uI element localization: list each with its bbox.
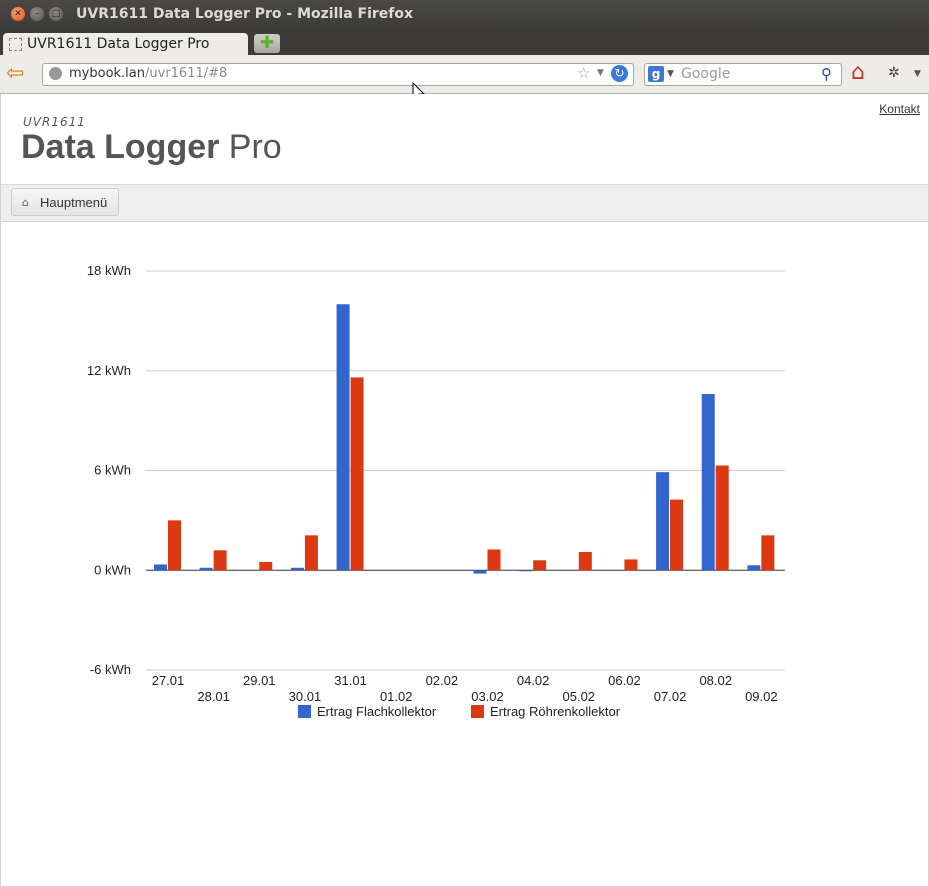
bar-flachkollektor[interactable] [656, 472, 670, 571]
search-input[interactable]: Google [681, 66, 730, 82]
url-path: /uvr1611/#8 [145, 66, 228, 81]
address-bar[interactable]: mybook.lan/uvr1611/#8 ☆ ▼ ↻ [42, 63, 634, 86]
x-tick-label: 09.02 [745, 689, 778, 704]
bar-flachkollektor[interactable] [290, 567, 304, 571]
addon-dropdown-icon[interactable]: ▼ [914, 69, 921, 79]
new-tab-button[interactable]: ✚ [254, 34, 280, 53]
tab-label: UVR1611 Data Logger Pro [27, 36, 210, 52]
bar-flachkollektor[interactable] [199, 567, 213, 571]
bar-roehrenkollektor[interactable] [670, 499, 684, 571]
x-tick-label: 31.01 [334, 673, 367, 688]
legend-swatch [471, 705, 484, 718]
bar-flachkollektor[interactable] [701, 394, 715, 571]
x-tick-label: 04.02 [517, 673, 550, 688]
back-arrow-icon: ⇦ [6, 61, 25, 86]
bar-roehrenkollektor[interactable] [533, 560, 547, 571]
home-button[interactable]: ⌂ [851, 61, 875, 85]
bar-roehrenkollektor[interactable] [350, 377, 364, 571]
bar-roehrenkollektor[interactable] [624, 559, 638, 571]
window-close-button[interactable]: ✕ [11, 7, 25, 21]
url-host: mybook.lan [69, 66, 145, 81]
x-tick-label: 06.02 [608, 673, 641, 688]
url-text[interactable]: mybook.lan/uvr1611/#8 [69, 66, 227, 81]
magnifier-icon[interactable]: ⚲ [821, 65, 832, 83]
bar-roehrenkollektor[interactable] [715, 465, 729, 571]
x-tick-label: 28.01 [197, 689, 230, 704]
web-page: UVR1611 Data Logger Pro Kontakt ⌂ Hauptm… [0, 94, 929, 886]
home-icon: ⌂ [851, 60, 865, 85]
legend-label[interactable]: Ertrag Flachkollektor [317, 704, 437, 719]
site-identity-icon[interactable] [49, 67, 62, 80]
bar-roehrenkollektor[interactable] [168, 520, 181, 571]
x-tick-label: 03.02 [471, 689, 504, 704]
reload-icon: ↻ [614, 66, 625, 80]
reload-button[interactable]: ↻ [611, 65, 628, 82]
y-tick-label: 6 kWh [94, 463, 131, 478]
url-history-dropdown-icon[interactable]: ▼ [597, 68, 604, 78]
bar-roehrenkollektor[interactable] [213, 550, 227, 571]
x-tick-label: 27.01 [152, 673, 185, 688]
tab-active[interactable]: UVR1611 Data Logger Pro [3, 33, 248, 55]
window-minimize-button[interactable]: – [30, 7, 44, 21]
legend-label[interactable]: Ertrag Röhrenkollektor [490, 704, 621, 719]
bar-flachkollektor[interactable] [473, 570, 487, 574]
bookmark-star-icon[interactable]: ☆ [577, 64, 590, 82]
x-tick-label: 08.02 [699, 673, 732, 688]
addon-icon[interactable]: ✲ [888, 65, 900, 81]
bar-roehrenkollektor[interactable] [259, 561, 273, 571]
y-tick-label: -6 kWh [90, 662, 131, 677]
plus-icon: ✚ [259, 33, 275, 53]
tab-bar: UVR1611 Data Logger Pro ✚ [0, 30, 929, 55]
back-button[interactable]: ⇦ [6, 63, 32, 85]
bar-flachkollektor[interactable] [519, 570, 533, 572]
window-maximize-button[interactable]: □ [49, 7, 63, 21]
y-tick-label: 0 kWh [94, 562, 131, 577]
x-tick-label: 07.02 [654, 689, 687, 704]
x-tick-label: 01.02 [380, 689, 413, 704]
window-titlebar: ✕ – □ UVR1611 Data Logger Pro - Mozilla … [0, 0, 929, 30]
y-tick-label: 18 kWh [87, 263, 131, 278]
window-title: UVR1611 Data Logger Pro - Mozilla Firefo… [76, 6, 414, 22]
search-engine-dropdown-icon[interactable]: ▼ [667, 69, 674, 79]
page-favicon-icon [9, 38, 22, 51]
search-bar[interactable]: g ▼ Google ⚲ [644, 63, 842, 86]
energy-yield-chart: -6 kWh 0 kWh 6 kWh 12 kWh 18 kWh 27.01 28.01 29… [87, 263, 785, 719]
navigation-toolbar: ⇦ mybook.lan/uvr1611/#8 ☆ ▼ ↻ g ▼ Google… [0, 55, 929, 94]
x-tick-label: 02.02 [426, 673, 459, 688]
bar-roehrenkollektor[interactable] [578, 551, 592, 571]
bar-flachkollektor[interactable] [747, 565, 761, 571]
bar-roehrenkollektor[interactable] [304, 535, 318, 571]
x-tick-label: 05.02 [563, 689, 596, 704]
search-engine-icon[interactable]: g [648, 66, 664, 82]
x-tick-label: 29.01 [243, 673, 276, 688]
bar-flachkollektor[interactable] [336, 304, 350, 571]
x-tick-label: 30.01 [289, 689, 322, 704]
bar-flachkollektor[interactable] [154, 564, 167, 571]
bar-roehrenkollektor[interactable] [761, 535, 775, 571]
bar-roehrenkollektor[interactable] [487, 549, 501, 571]
y-tick-label: 12 kWh [87, 363, 131, 378]
legend-swatch [298, 705, 311, 718]
